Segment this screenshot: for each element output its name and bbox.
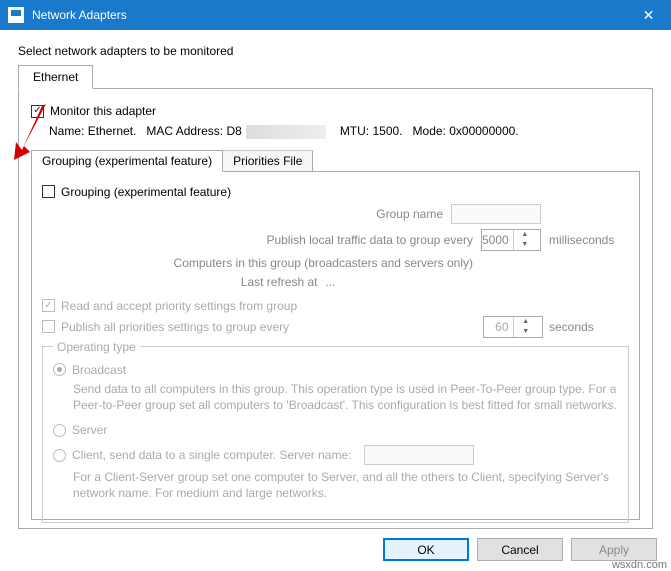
adapter-tabs: Ethernet: [18, 64, 653, 89]
last-refresh-value: ...: [326, 275, 346, 289]
grouping-enable-label: Grouping (experimental feature): [61, 185, 231, 199]
adapter-panel: Monitor this adapter Name: Ethernet. MAC…: [18, 89, 653, 529]
dialog-button-bar: OK Cancel Apply: [383, 538, 657, 561]
server-radio[interactable]: [53, 424, 66, 437]
chevron-up-icon[interactable]: ▲: [514, 230, 536, 240]
sub-tabs: Grouping (experimental feature) Prioriti…: [31, 149, 640, 172]
publish-priorities-label: Publish all priorities settings to group…: [61, 320, 391, 334]
publish-traffic-unit: milliseconds: [549, 233, 629, 247]
publish-priorities-unit: seconds: [549, 320, 629, 334]
monitor-adapter-checkbox[interactable]: [31, 105, 44, 118]
instruction-text: Select network adapters to be monitored: [18, 44, 653, 58]
publish-priorities-spinner[interactable]: 60 ▲▼: [483, 316, 543, 338]
monitor-adapter-label: Monitor this adapter: [50, 104, 156, 118]
cancel-button[interactable]: Cancel: [477, 538, 563, 561]
publish-traffic-label: Publish local traffic data to group ever…: [42, 233, 473, 247]
read-accept-checkbox[interactable]: [42, 299, 55, 312]
watermark: wsxdn.com: [612, 559, 667, 571]
app-icon: [8, 7, 24, 23]
operating-type-legend: Operating type: [53, 340, 140, 354]
broadcast-desc: Send data to all computers in this group…: [73, 381, 618, 413]
read-accept-label: Read and accept priority settings from g…: [61, 299, 297, 313]
client-label: Client, send data to a single computer. …: [72, 448, 352, 462]
computers-note: Computers in this group (broadcasters an…: [42, 256, 473, 270]
title-bar: Network Adapters ✕: [0, 0, 671, 30]
group-name-input[interactable]: [451, 204, 541, 224]
apply-button[interactable]: Apply: [571, 538, 657, 561]
chevron-down-icon[interactable]: ▼: [514, 240, 536, 250]
close-button[interactable]: ✕: [626, 0, 671, 30]
operating-type-group: Operating type Broadcast Send data to al…: [42, 346, 629, 523]
last-refresh-label: Last refresh at: [42, 275, 318, 289]
publish-priorities-checkbox[interactable]: [42, 320, 55, 333]
chevron-up-icon[interactable]: ▲: [514, 317, 539, 327]
client-servername-input[interactable]: [364, 445, 474, 465]
broadcast-label: Broadcast: [72, 363, 126, 377]
adapter-info: Name: Ethernet. MAC Address: D8 MTU: 150…: [49, 124, 640, 139]
grouping-enable-checkbox[interactable]: [42, 185, 55, 198]
mac-redacted: [246, 125, 326, 139]
tab-grouping[interactable]: Grouping (experimental feature): [31, 150, 223, 172]
chevron-down-icon[interactable]: ▼: [514, 327, 539, 337]
publish-traffic-spinner[interactable]: 5000 ▲▼: [481, 229, 541, 251]
ok-button[interactable]: OK: [383, 538, 469, 561]
broadcast-radio[interactable]: [53, 363, 66, 376]
tab-priorities[interactable]: Priorities File: [223, 150, 313, 172]
grouping-panel: Grouping (experimental feature) Group na…: [31, 172, 640, 520]
window-title: Network Adapters: [32, 8, 626, 22]
tab-ethernet[interactable]: Ethernet: [18, 65, 93, 89]
client-desc: For a Client-Server group set one comput…: [73, 469, 618, 501]
server-label: Server: [72, 423, 107, 437]
client-radio[interactable]: [53, 449, 66, 462]
group-name-label: Group name: [42, 207, 443, 221]
